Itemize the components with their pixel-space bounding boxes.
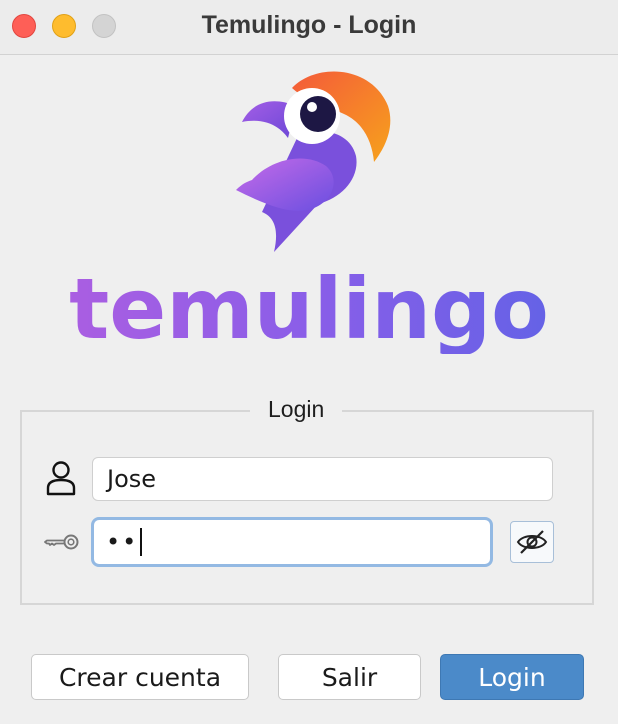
create-account-button[interactable]: Crear cuenta: [31, 654, 249, 700]
logo-wordmark: temulingo: [0, 264, 618, 354]
user-icon: [46, 461, 76, 496]
login-group-legend: Login: [250, 396, 343, 423]
password-field[interactable]: ••: [91, 517, 493, 567]
username-field[interactable]: Jose: [92, 457, 553, 501]
toggle-password-visibility-button[interactable]: [510, 521, 554, 563]
password-masked-value: ••: [106, 528, 139, 556]
parrot-logo-icon: [236, 71, 391, 252]
exit-button[interactable]: Salir: [278, 654, 421, 700]
key-icon: [44, 534, 79, 550]
window-title: Temulingo - Login: [201, 11, 417, 39]
text-caret: [140, 528, 143, 556]
title-bar[interactable]: Temulingo - Login: [0, 0, 618, 55]
username-value: Jose: [107, 465, 157, 493]
login-button[interactable]: Login: [440, 654, 584, 700]
login-window: Temulingo - Login temulingo Login Jose •…: [0, 0, 618, 724]
login-group-box: [20, 410, 594, 605]
eye-slash-icon: [516, 530, 548, 554]
